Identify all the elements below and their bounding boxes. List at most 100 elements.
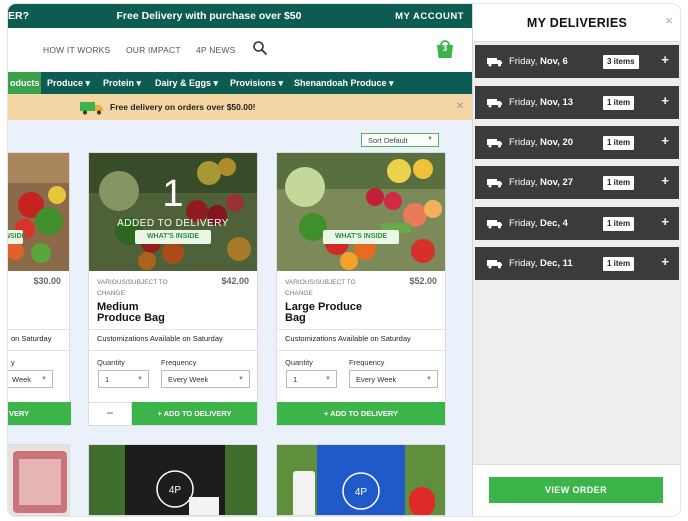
delivery-row[interactable]: Friday, Nov, 27 1 item + [475, 166, 679, 199]
search-icon[interactable] [252, 40, 268, 56]
frequency-select[interactable]: Week ▼ [8, 370, 53, 388]
delivery-date: Friday, Dec, 11 [509, 258, 573, 269]
category-label: Provisions [230, 78, 277, 88]
my-account-link[interactable]: MY ACCOUNT [395, 11, 464, 22]
whats-inside-button[interactable]: WHAT'S INSIDE [135, 230, 211, 244]
category-shenandoah-produce[interactable]: Shenandoah Produce ▾ [294, 78, 394, 89]
whats-inside-button[interactable]: WHAT'S INSIDE [323, 230, 399, 244]
category-label: Produce [47, 78, 84, 88]
category-produce[interactable]: Produce ▾ [47, 78, 90, 89]
panel-title: MY DELIVERIES [526, 16, 628, 30]
add-to-delivery-button[interactable]: VERY [8, 402, 71, 425]
quantity-value: 1 [105, 375, 110, 384]
cart-button[interactable]: 3 [434, 38, 456, 60]
topbar-fragment: ER? [8, 10, 29, 22]
quantity-label: Quantity [285, 358, 313, 367]
free-delivery-banner: Free delivery on orders over $50.00! ✕ [8, 94, 472, 120]
product-price: $52.00 [409, 276, 437, 286]
category-all-products[interactable]: oducts [8, 72, 41, 94]
delivery-date: Friday, Nov, 20 [509, 137, 573, 148]
frequency-select[interactable]: Every Week ▼ [161, 370, 250, 388]
chevron-down-icon: ▼ [41, 376, 47, 382]
product-card-meat [8, 444, 70, 516]
delivery-truck-icon [487, 58, 502, 67]
item-count-badge: 1 item [603, 176, 635, 190]
item-count-badge: 1 item [603, 257, 635, 271]
promo-topbar: ER? Free Delivery with purchase over $50… [8, 4, 472, 28]
delivery-day: Nov, 6 [539, 56, 568, 67]
expand-plus-icon[interactable]: + [661, 52, 669, 67]
delivery-day: Dec, 4 [539, 218, 568, 229]
nav-how-it-works[interactable]: HOW IT WORKS [43, 45, 110, 55]
expand-plus-icon[interactable]: + [661, 133, 669, 148]
close-icon[interactable]: × [665, 13, 673, 28]
site-header: HOW IT WORKS OUR IMPACT 4P NEWS 3 [8, 28, 472, 72]
delivery-weekday: Friday, [509, 137, 540, 148]
delivery-row[interactable]: Friday, Dec, 11 1 item + [475, 247, 679, 280]
delivery-day: Nov, 20 [539, 137, 574, 148]
view-order-button[interactable]: VIEW ORDER [489, 477, 663, 503]
category-dairy-eggs[interactable]: Dairy & Eggs ▾ [155, 78, 218, 89]
expand-plus-icon[interactable]: + [661, 214, 669, 229]
nav-our-impact[interactable]: OUR IMPACT [126, 45, 181, 55]
nav-4p-news[interactable]: 4P NEWS [196, 45, 236, 55]
produce-image [8, 153, 69, 271]
cart-count: 3 [442, 44, 448, 53]
quantity-select[interactable]: 1 ▼ [98, 370, 149, 388]
delivery-truck-icon [487, 139, 502, 148]
delivery-weekday: Friday, [509, 258, 540, 269]
divider [89, 350, 257, 351]
delivery-date: Friday, Nov, 27 [509, 177, 573, 188]
svg-text:4P: 4P [355, 487, 368, 498]
delivery-truck-icon [80, 102, 103, 115]
delivery-day: Nov, 13 [539, 97, 574, 108]
banner-close-icon[interactable]: ✕ [456, 101, 464, 112]
divider [89, 329, 257, 330]
quantity-value: 1 [293, 375, 298, 384]
expand-plus-icon[interactable]: + [661, 93, 669, 108]
delivery-row[interactable]: Friday, Dec, 4 1 item + [475, 207, 679, 240]
frequency-label: Frequency [349, 358, 385, 367]
delivery-row[interactable]: Friday, Nov, 6 3 items + [475, 45, 679, 78]
whats-inside-button[interactable]: INSIDE [8, 230, 26, 244]
product-card-tote-bag: 4P [88, 444, 258, 516]
quantity-label: Quantity [97, 358, 125, 367]
category-bar: oducts Produce ▾ Protein ▾ Dairy & Eggs … [8, 72, 472, 94]
delivery-row[interactable]: Friday, Nov, 13 1 item + [475, 86, 679, 119]
expand-plus-icon[interactable]: + [661, 173, 669, 188]
product-title-line1: Large Produce [285, 301, 363, 313]
add-to-delivery-button[interactable]: + ADD TO DELIVERY [132, 402, 257, 425]
product-card-medium-produce-bag: 1 ADDED TO DELIVERY WHAT'S INSIDE VARIOU… [88, 152, 258, 426]
item-count-badge: 1 item [603, 217, 635, 231]
category-protein[interactable]: Protein ▾ [103, 78, 141, 89]
frequency-label: Frequency [161, 358, 197, 367]
add-to-delivery-button[interactable]: + ADD TO DELIVERY [277, 402, 445, 425]
category-label: Protein [103, 78, 135, 88]
delivery-date: Friday, Dec, 4 [509, 218, 568, 229]
chevron-down-icon: ▼ [238, 376, 244, 382]
decrease-quantity-button[interactable]: − [89, 402, 132, 425]
svg-text:4P: 4P [169, 485, 182, 496]
expand-plus-icon[interactable]: + [661, 254, 669, 269]
product-title: Large Produce Bag [285, 302, 435, 324]
frequency-value: Every Week [356, 375, 397, 384]
product-price: $30.00 [33, 276, 61, 286]
product-subtag: VARIOUS/SUBJECT TO CHANGE [285, 279, 356, 297]
category-label: Shenandoah Produce [294, 78, 387, 88]
store-page: ER? Free Delivery with purchase over $50… [8, 4, 472, 516]
frequency-value: Every Week [168, 375, 209, 384]
quantity-select[interactable]: 1 ▼ [286, 370, 337, 388]
added-count: 1 [162, 173, 184, 215]
customizations-note: Customizations Available on Saturday [97, 334, 223, 343]
delivery-truck-icon [487, 99, 502, 108]
delivery-truck-icon [487, 220, 502, 229]
delivery-truck-icon [487, 179, 502, 188]
frequency-value: Week [12, 375, 32, 384]
sort-select[interactable]: Sort Default ▼ [361, 133, 439, 147]
product-title: Medium Produce Bag [97, 302, 247, 324]
item-count-badge: 3 items [603, 55, 639, 69]
category-provisions[interactable]: Provisions ▾ [230, 78, 283, 89]
divider [277, 329, 445, 330]
frequency-select[interactable]: Every Week ▼ [349, 370, 438, 388]
delivery-row[interactable]: Friday, Nov, 20 1 item + [475, 126, 679, 159]
